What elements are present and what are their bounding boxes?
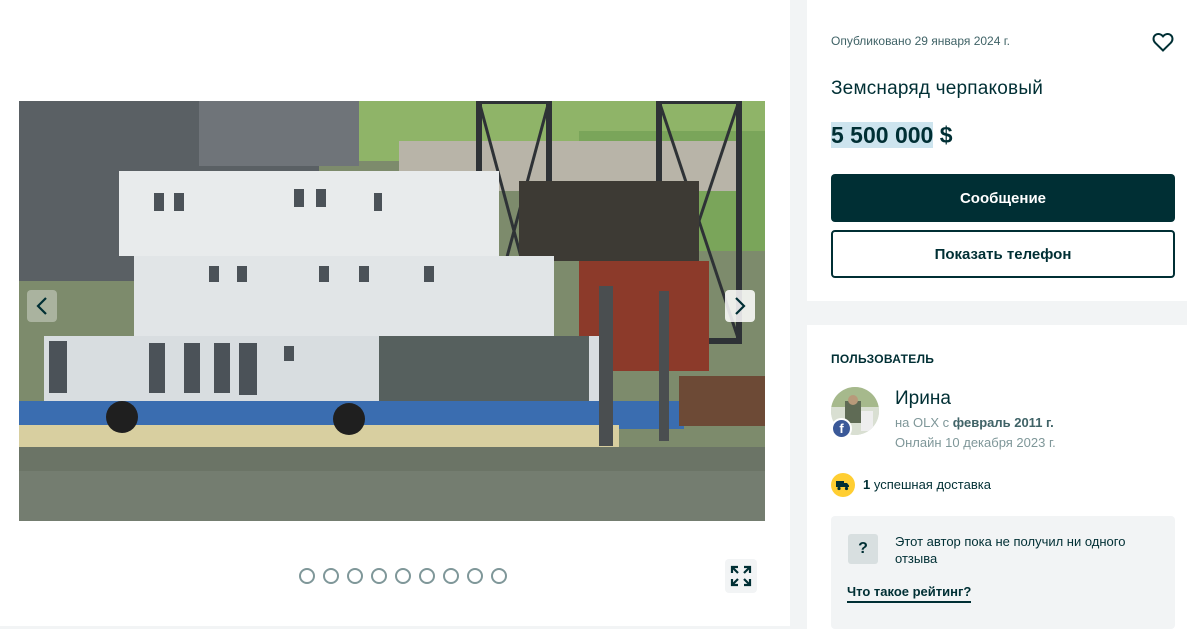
user-name[interactable]: Ирина (895, 388, 951, 410)
truck-icon (831, 473, 855, 497)
chevron-left-icon (36, 297, 47, 315)
fullscreen-button[interactable] (725, 559, 757, 593)
rating-text: Этот автор пока не получил ни одного отз… (895, 534, 1126, 566)
delivery-label: успешная доставка (870, 477, 991, 492)
user-member-since: на OLX с февраль 2011 г. (895, 415, 1054, 430)
previous-photo-button[interactable] (27, 290, 57, 322)
question-icon: ? (848, 534, 878, 564)
heart-icon (1152, 32, 1174, 52)
pagination-dot[interactable] (299, 568, 315, 584)
ad-info-card: Опубликовано 29 января 2024 г. Земснаряд… (807, 0, 1187, 301)
published-date: Опубликовано 29 января 2024 г. (831, 34, 1010, 48)
expand-icon (730, 565, 752, 587)
chevron-right-icon (735, 297, 746, 315)
pagination-dot[interactable] (395, 568, 411, 584)
since-date: февраль 2011 г. (952, 415, 1054, 430)
image-gallery (0, 0, 790, 626)
user-card: ПОЛЬЗОВАТЕЛЬ f Ирина на OLX с февраль 20… (807, 325, 1187, 629)
pagination-dot[interactable] (347, 568, 363, 584)
favorite-button[interactable] (1151, 30, 1175, 54)
pagination-dot[interactable] (443, 568, 459, 584)
user-last-online: Онлайн 10 декабря 2023 г. (895, 435, 1056, 450)
show-phone-button[interactable]: Показать телефон (831, 230, 1175, 278)
message-button[interactable]: Сообщение (831, 174, 1175, 222)
pagination-dot[interactable] (491, 568, 507, 584)
dredger-photo (19, 101, 765, 521)
facebook-icon: f (831, 418, 852, 439)
price-currency: $ (939, 122, 953, 148)
rating-info-link[interactable]: Что такое рейтинг? (847, 584, 972, 603)
pagination-dot[interactable] (419, 568, 435, 584)
price-value: 5 500 000 (831, 122, 934, 148)
photo-pagination (299, 568, 507, 584)
user-section-heading: ПОЛЬЗОВАТЕЛЬ (831, 352, 935, 366)
delivery-stats: 1 успешная доставка (863, 477, 991, 492)
ad-price: 5 500 000 $ (831, 122, 953, 149)
next-photo-button[interactable] (725, 290, 755, 322)
pagination-dot[interactable] (371, 568, 387, 584)
pagination-dot[interactable] (467, 568, 483, 584)
since-prefix: на OLX с (895, 415, 953, 430)
listing-photo[interactable] (19, 101, 765, 521)
rating-box: ? Этот автор пока не получил ни одного о… (831, 516, 1175, 629)
ad-title: Земснаряд черпаковый (831, 78, 1044, 99)
pagination-dot[interactable] (323, 568, 339, 584)
truck-glyph (836, 481, 849, 491)
